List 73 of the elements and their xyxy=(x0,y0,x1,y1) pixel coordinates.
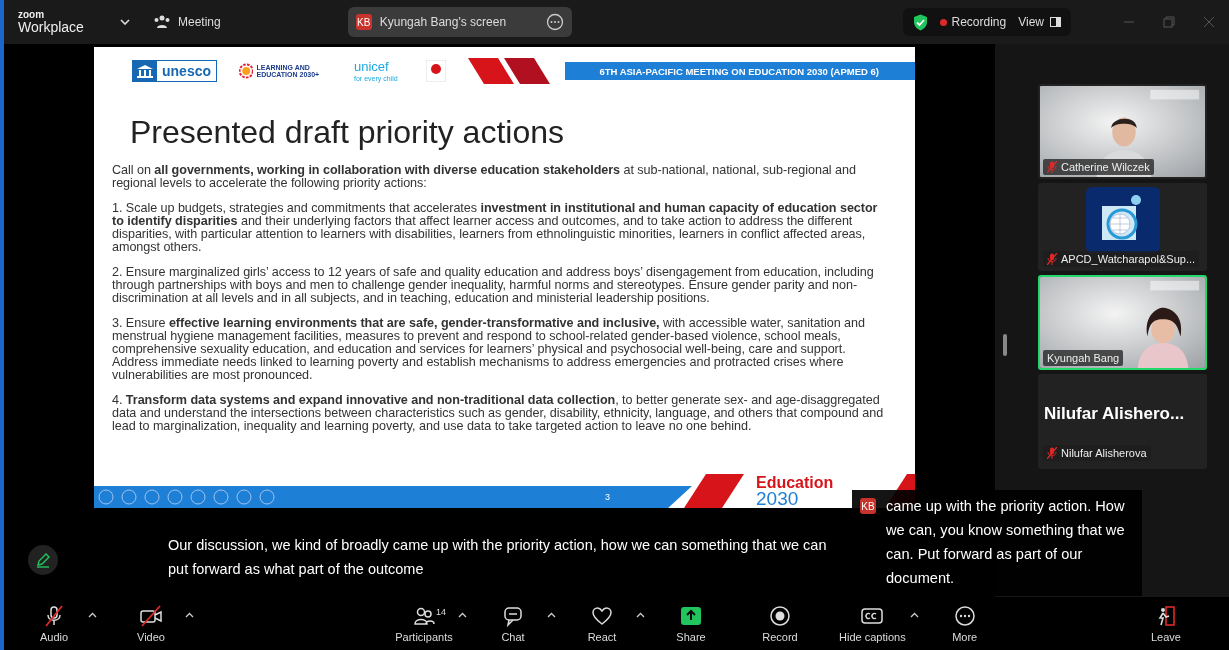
slide-paragraph: 3. Ensure effective learning environments that are safe, gender-transformative and inclusive, with accessible water, sanitation and menstrual hygiene management facilities, measures to prevent and respond to school-related gender-based violence, school meals, comprehensive sexuality education, and education and services for learners’ physical and psychosocial well-being, care and support. Address immediate needs linked to learning poverty and establish mechanisms to address emergencies and protracted crises where vulnerabilities are most pronounced. xyxy=(112,317,866,383)
slide-paragraph: 2. Ensure marginalized girls’ access to 12 years of safe and quality education and address boys’ disengagement from education, including through partnerships with boys and men to challenge gender inequality, harmful norms and stereotypes. Ensure gender parity and non-discrimination at all levels and in all subjects, and in teaching, education and ministerial leadership positions. xyxy=(112,266,875,306)
caption-text: came up with the priority action. How we can, you know something that we can. Put forward as part of our document. xyxy=(886,497,1126,588)
slide-control-icon[interactable] xyxy=(190,489,206,505)
page-number: 3 xyxy=(605,492,610,502)
slide-control-icon[interactable] xyxy=(98,489,114,505)
shield-check-icon xyxy=(912,13,928,31)
participant-display-name: Nilufar Alishero... xyxy=(1044,404,1185,424)
participant-name: Kyungah Bang xyxy=(1043,350,1124,366)
heart-button[interactable]: React xyxy=(572,604,632,643)
participant-tile[interactable]: Catherine Wilczek xyxy=(1038,84,1207,179)
pencil-icon xyxy=(35,552,51,568)
more-icon xyxy=(953,604,976,627)
cc-button[interactable]: Hide captions xyxy=(839,604,906,643)
stripe-drawing xyxy=(684,474,744,508)
initials-avatar: KB xyxy=(355,14,372,30)
record-button[interactable]: Record xyxy=(750,604,810,643)
japan-flag-icon xyxy=(425,60,446,82)
meeting-button[interactable]: Meeting xyxy=(154,15,221,29)
unesco-logo: unesco xyxy=(132,60,217,82)
participant-name: APCD_Watcharapol&Sup... xyxy=(1043,251,1200,267)
caret-icon[interactable] xyxy=(909,611,919,618)
meeting-banner: 6TH ASIA-PACIFIC MEETING ON EDUCATION 2030 (APMED 6) xyxy=(565,62,915,80)
chat-icon xyxy=(502,604,524,627)
caption-text: Our discussion, we kind of broadly came up with the priority action, how we can something that we can put forward as what part of the outcome xyxy=(168,536,828,579)
camera-icon xyxy=(139,604,163,627)
participant-name: Nilufar Alisherova xyxy=(1043,445,1151,461)
education-2030-logo: Education 2030 xyxy=(756,474,834,508)
edit-button[interactable] xyxy=(28,545,58,575)
slide-control-icon[interactable] xyxy=(121,489,137,505)
mic-icon xyxy=(43,604,65,627)
restore-icon[interactable] xyxy=(1163,16,1175,28)
slide-control-icon[interactable] xyxy=(259,489,275,505)
camera-button[interactable]: Video xyxy=(121,604,181,643)
caret-icon[interactable] xyxy=(185,611,194,618)
zoom-workplace-logo: zoom Workplace xyxy=(18,10,85,34)
slide-paragraph: Call on all governments, working in collaboration with diverse education stakeholders at sub-national, national, sub-regional and regional levels to accelerate the following priority actions: xyxy=(112,164,857,191)
more-icon[interactable] xyxy=(545,13,564,31)
record-icon xyxy=(769,604,791,627)
slide-control-icon[interactable] xyxy=(213,489,229,505)
participant-tile[interactable]: APCD_Watcharapol&Sup... xyxy=(1038,183,1207,271)
initials-avatar: KB xyxy=(860,498,876,514)
share-icon xyxy=(680,604,702,627)
slide-title: Presented draft priority actions xyxy=(130,115,565,151)
resize-handle[interactable] xyxy=(1003,334,1007,356)
close-icon[interactable] xyxy=(1203,16,1215,28)
people-button[interactable]: 14 Participants xyxy=(394,604,454,643)
layout-icon xyxy=(1050,17,1061,27)
participant-name: Catherine Wilczek xyxy=(1043,159,1154,175)
more-button[interactable]: More xyxy=(934,604,995,643)
chat-button[interactable]: Chat xyxy=(483,604,543,643)
chevron-down-icon[interactable] xyxy=(120,19,130,25)
mic-button[interactable]: Audio xyxy=(24,604,84,643)
slide-paragraph: 4. Transform data systems and expand innovative and non-traditional data collection, to better generate sex- and age-disaggregated data and understand the intersections between characteristics such as gender, disability, ethnicity, language, and others that compound and lead to marginalization, inequality and learning poverty, and use data to take targeted action to leave no one behind. xyxy=(112,394,885,434)
caret-icon[interactable] xyxy=(547,611,556,618)
leave-button[interactable]: Leave xyxy=(1136,604,1196,643)
slide-control-icon[interactable] xyxy=(144,489,160,505)
slide-paragraph: 1. Scale up budgets, strategies and commitments that accelerates investment in institutional and human capacity of education sector to identify disparities and their underlying factors that affect learner access and outcomes, and to take action to address the different disparities, with particular attention to learners with disabilities, learners from ethnolinguistic minorities, learners in conflict affected areas, amongst others. xyxy=(112,202,879,255)
people-icon xyxy=(154,15,170,29)
recording-indicator[interactable]: Recording xyxy=(939,15,1007,29)
caret-icon[interactable] xyxy=(458,611,467,618)
share-button[interactable]: Share xyxy=(661,604,721,643)
participant-count: 14 xyxy=(436,606,446,617)
view-button[interactable]: View xyxy=(1018,15,1061,29)
participant-tile[interactable]: Kyungah Bang xyxy=(1038,275,1207,370)
heart-icon xyxy=(591,604,613,627)
screen-share-pill[interactable]: KB Kyungah Bang's screen xyxy=(347,7,572,37)
caret-icon[interactable] xyxy=(636,611,645,618)
slide-control-icon[interactable] xyxy=(167,489,183,505)
share-label: Kyungah Bang's screen xyxy=(379,15,508,29)
slide-control-icon[interactable] xyxy=(236,489,252,505)
caret-icon[interactable] xyxy=(88,611,97,618)
participant-tile[interactable]: Nilufar Alishero... Nilufar Alisherova xyxy=(1038,374,1207,469)
